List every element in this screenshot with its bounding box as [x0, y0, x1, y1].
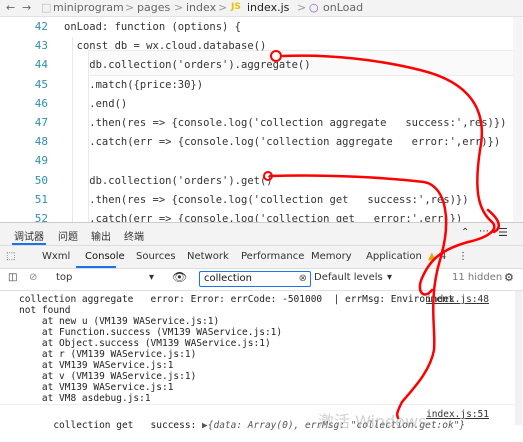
forward-arrow-icon[interactable]: → [22, 1, 31, 14]
tab-performance[interactable]: Performance [241, 251, 304, 262]
gear-icon[interactable]: ⚙ [504, 271, 514, 284]
line-number: 43 [34, 39, 48, 53]
line-number: 49 [34, 154, 48, 168]
editor-scrollbar[interactable] [513, 17, 522, 222]
tab-sources[interactable]: Sources [136, 251, 176, 262]
line-number: 42 [34, 20, 48, 33]
code-line[interactable]: const db = wx.cloud.database() [64, 40, 267, 52]
function-icon: ○ [309, 1, 319, 14]
chevron-up-icon[interactable]: ⌃ [461, 227, 469, 238]
breadcrumb-separator: > [297, 1, 307, 14]
folder-icon: □ [41, 1, 52, 14]
tab-application[interactable]: Application [366, 251, 422, 262]
tab-debugger[interactable]: 调试器 [14, 228, 44, 243]
devtools-panel: 调试器 问题 输出 终端 ⌃ ⋯ ☰ ⬚ Wxml Console Source… [0, 222, 523, 431]
breadcrumb-separator: > [218, 1, 228, 14]
js-file-icon: JS [231, 2, 241, 12]
devtools-tabs: ⬚ Wxml Console Sources Network Performan… [0, 246, 523, 269]
console-error-line: collection aggregate error: Error: errCo… [19, 294, 454, 305]
breadcrumb-item[interactable]: onLoad [323, 1, 363, 14]
code-line[interactable]: onLoad: function (options) { [64, 21, 241, 33]
more-tabs-icon[interactable]: ⋮ [458, 251, 468, 262]
breadcrumb-bar: ← → □ miniprogram > pages > index > JS i… [0, 0, 523, 17]
stack-frame[interactable]: at VM139 WAService.js:1 [19, 360, 174, 371]
console-error-line: not found [19, 305, 71, 316]
code-line[interactable]: db.collection('orders').get() [64, 175, 272, 187]
chevron-down-icon[interactable]: ▾ [387, 272, 392, 283]
sidebar-toggle-icon[interactable]: ◫ [8, 272, 17, 283]
dock-icon[interactable]: ☰ [498, 226, 508, 239]
line-number: 48 [34, 135, 48, 149]
line-number: 45 [34, 77, 48, 91]
tab-console[interactable]: Console [85, 251, 125, 262]
stack-frame[interactable]: at VM139 WAService.js:1 [19, 382, 174, 393]
code-line[interactable]: db.collection('orders').aggregate() [64, 59, 310, 71]
breadcrumb-item[interactable]: index.js [247, 1, 289, 14]
breadcrumb-item[interactable]: index [186, 1, 216, 14]
breadcrumb-item[interactable]: miniprogram [53, 1, 124, 14]
line-number: 44 [34, 58, 48, 72]
console-source-link[interactable]: index.js:48 [426, 294, 489, 305]
tab-terminal[interactable]: 终端 [124, 228, 144, 243]
log-prefix: collection get success: [53, 420, 203, 431]
filter-input[interactable]: collection ⊗ [199, 271, 311, 287]
inspect-icon[interactable]: ⬚ [6, 251, 15, 262]
code-line[interactable]: .then(res => {console.log('collection ge… [64, 194, 468, 206]
back-arrow-icon[interactable]: ← [6, 1, 15, 14]
code-line[interactable]: .match({price:30}) [64, 79, 203, 91]
console-source-link[interactable]: index.js:51 [426, 409, 489, 420]
code-editor[interactable]: 42 onLoad: function (options) { 43 const d… [0, 17, 523, 225]
warning-count[interactable]: 4 [440, 251, 446, 262]
tab-network[interactable]: Network [187, 251, 229, 262]
stack-frame[interactable]: at r (VM139 WAService.js:1) [19, 349, 196, 360]
line-number: 46 [34, 96, 48, 110]
line-number: 51 [34, 192, 48, 206]
breadcrumb-separator: > [174, 1, 184, 14]
tab-output[interactable]: 输出 [91, 228, 111, 243]
stack-frame[interactable]: at Object.success (VM139 WAService.js:1) [19, 338, 271, 349]
windows-watermark: 激活 Windows [318, 412, 427, 431]
more-icon[interactable]: ⋯ [479, 226, 489, 237]
hidden-count: 11 hidden [452, 272, 503, 283]
log-levels-select[interactable]: Default levels [314, 272, 383, 283]
devtools-top-tabs: 调试器 问题 输出 终端 ⌃ ⋯ ☰ [0, 223, 523, 246]
breadcrumb-item[interactable]: pages [137, 1, 170, 14]
console-toolbar: ◫ ⊘ top ▾ 👁 collection ⊗ Default levels … [0, 269, 523, 291]
stack-frame[interactable]: at Function.success (VM139 WAService.js:… [19, 327, 282, 338]
context-select[interactable]: top [56, 272, 72, 283]
tab-issues[interactable]: 问题 [58, 228, 78, 243]
console-scrollbar[interactable] [515, 291, 522, 425]
code-line[interactable]: .end() [64, 98, 127, 110]
line-number: 47 [34, 116, 48, 129]
chevron-down-icon[interactable]: ▾ [149, 272, 154, 283]
clear-console-icon[interactable]: ⊘ [29, 272, 37, 283]
line-number: 50 [34, 173, 48, 187]
eye-icon[interactable]: 👁 [172, 270, 187, 284]
filter-value: collection [204, 273, 252, 284]
tab-memory[interactable]: Memory [311, 251, 352, 262]
code-line[interactable]: .then(res => {console.log('collection ag… [64, 117, 506, 129]
clear-filter-icon[interactable]: ⊗ [299, 272, 307, 286]
stack-frame[interactable]: at new u (VM139 WAService.js:1) [19, 316, 219, 327]
code-line[interactable]: .catch(err => {console.log('collection a… [64, 136, 500, 148]
console-output[interactable]: collection aggregate error: Error: errCo… [0, 291, 523, 431]
breadcrumb-separator: > [125, 1, 135, 14]
tab-wxml[interactable]: Wxml [42, 251, 70, 262]
stack-frame[interactable]: at VM8 asdebug.js:1 [19, 393, 151, 404]
warning-icon[interactable]: ▲ [428, 251, 436, 262]
stack-frame[interactable]: at v (VM139 WAService.js:1) [19, 371, 196, 382]
